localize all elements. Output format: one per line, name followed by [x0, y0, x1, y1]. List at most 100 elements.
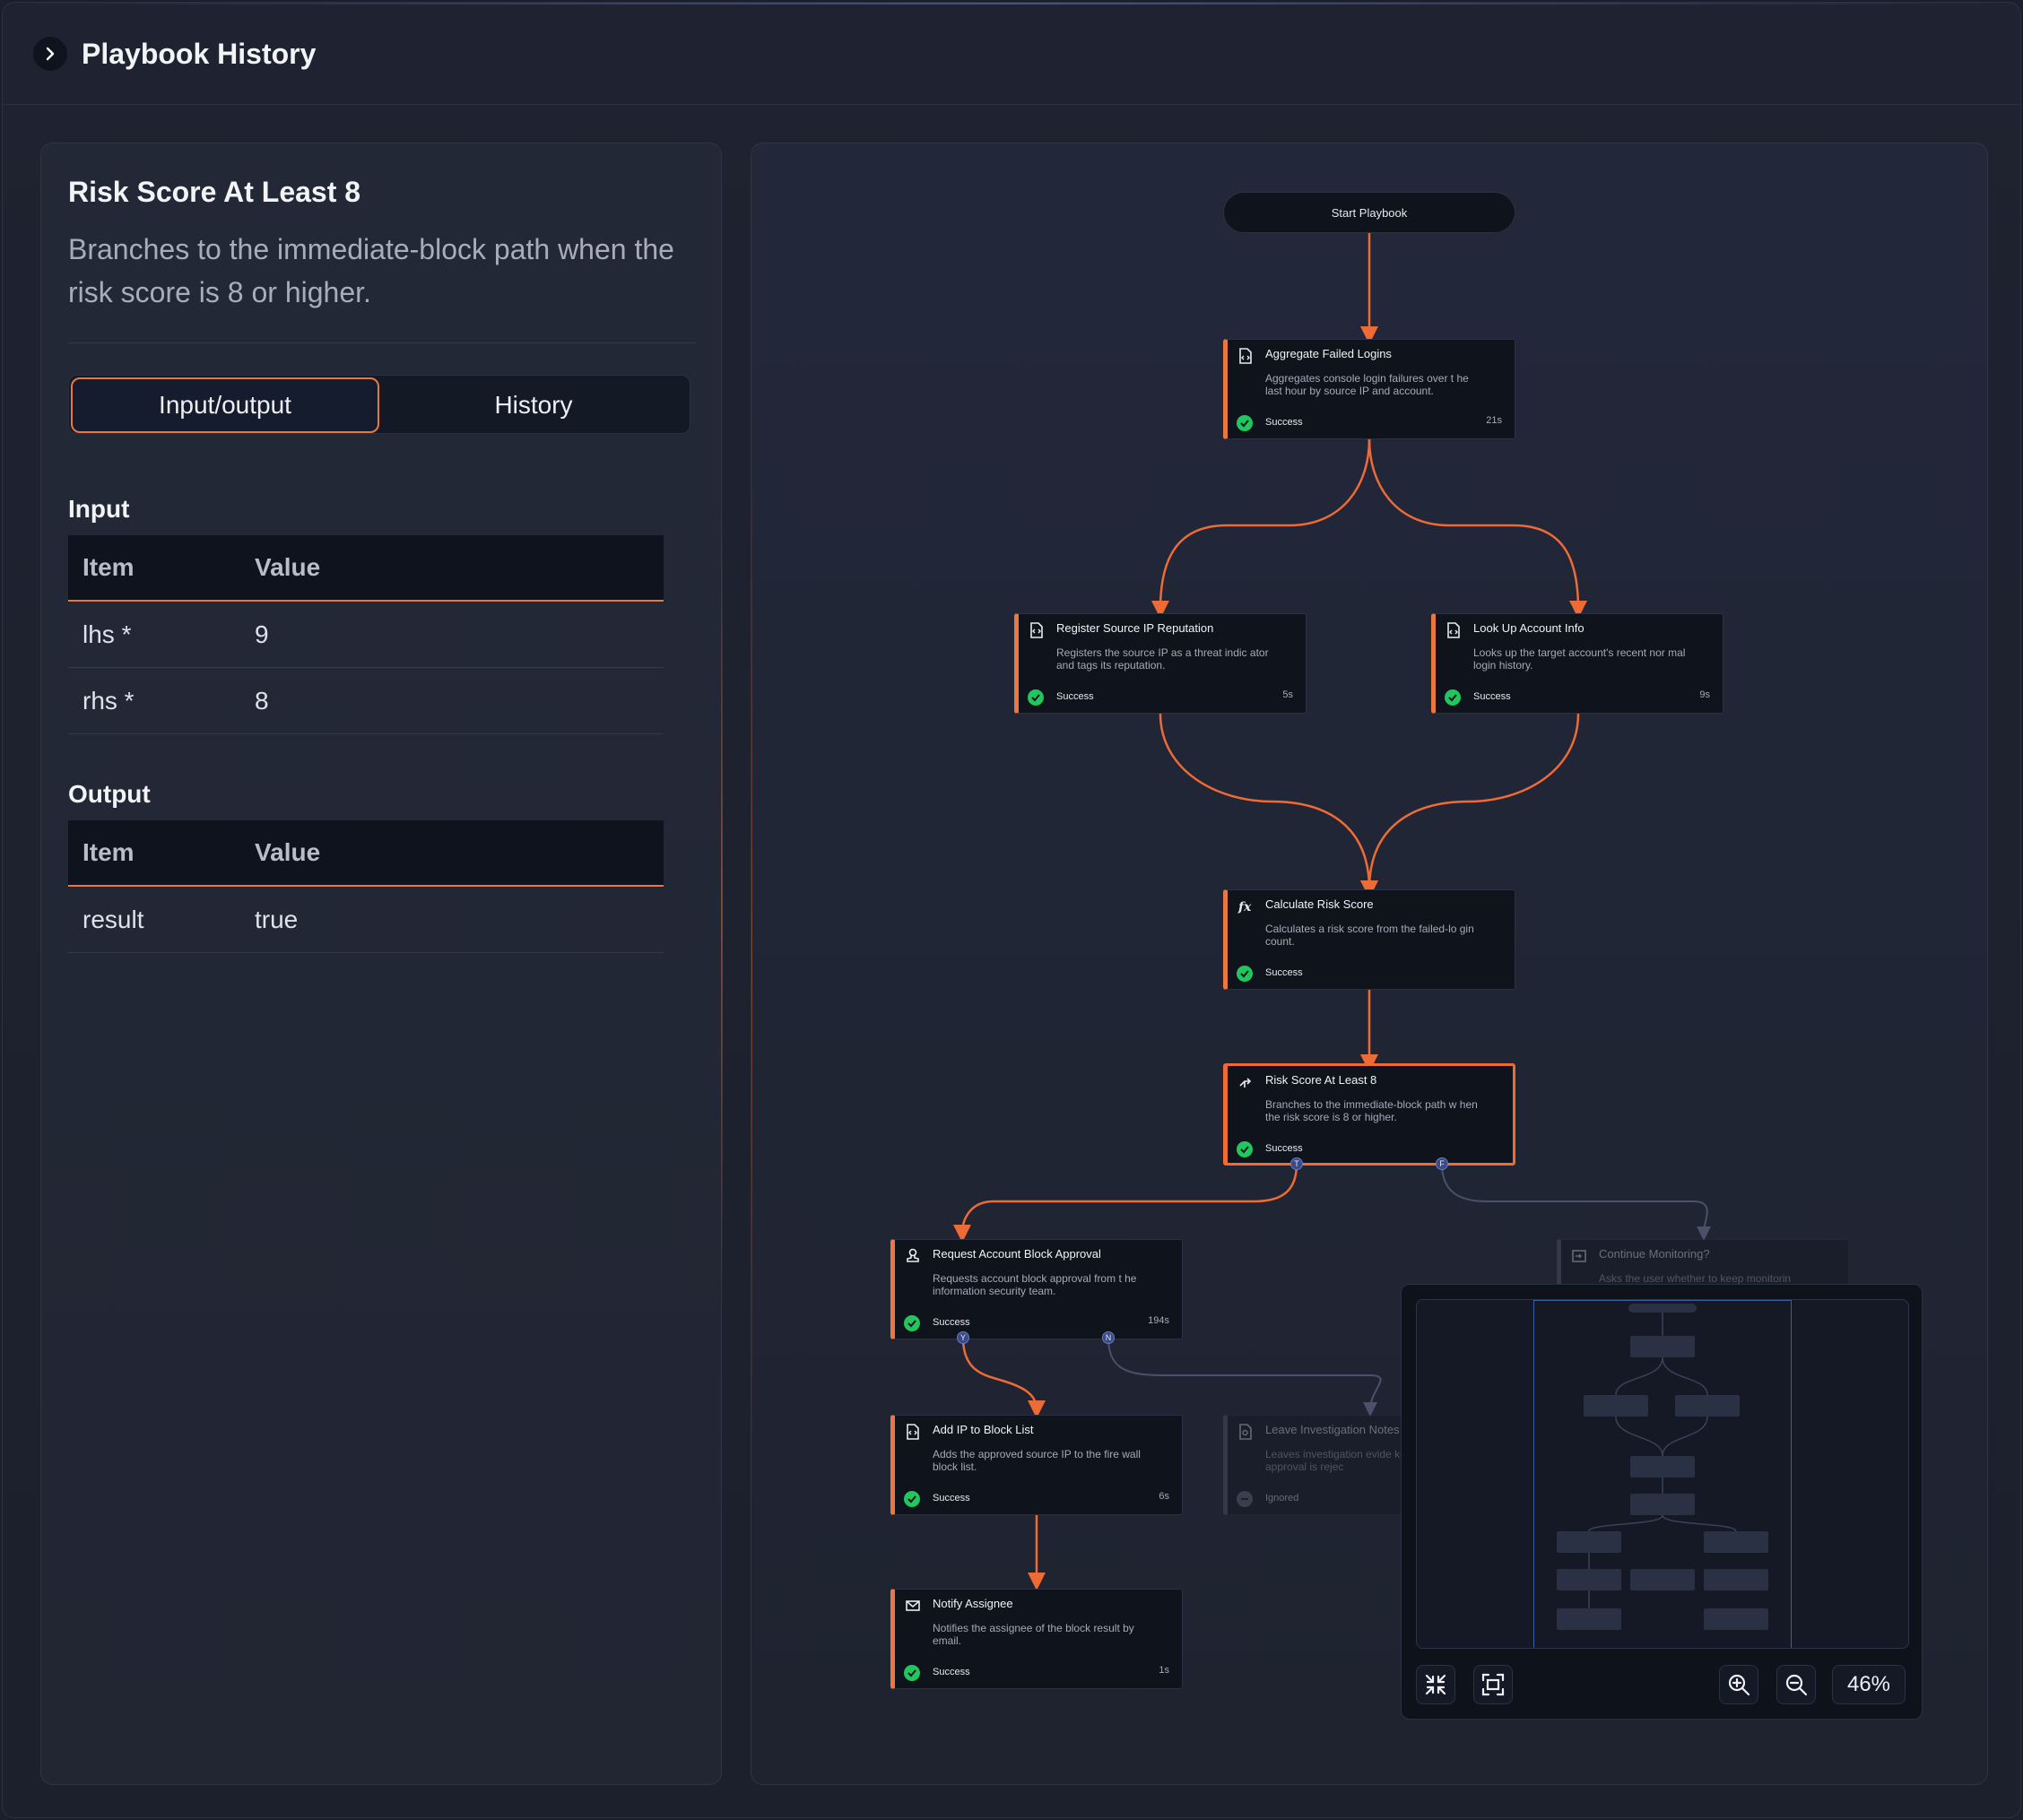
document-code-icon: [1447, 622, 1460, 638]
flow-node-notify-assignee[interactable]: Notify Assignee Notifies the assignee of…: [890, 1589, 1183, 1689]
column-header-item: Item: [82, 838, 135, 866]
node-status: Success: [1265, 417, 1303, 428]
flow-node-add-ip-to-block-list[interactable]: Add IP to Block List Adds the approved s…: [890, 1415, 1183, 1515]
node-title: Register Source IP Reputation: [1056, 621, 1214, 635]
success-check-icon: [1445, 689, 1461, 706]
flow-node-calculate-risk-score[interactable]: fx Calculate Risk Score Calculates a ris…: [1223, 889, 1515, 990]
node-title: Add IP to Block List: [933, 1423, 1034, 1436]
table-row: result true: [68, 887, 664, 953]
node-detail-description: Branches to the immediate-block path whe…: [68, 233, 674, 308]
success-check-icon: [904, 1315, 920, 1331]
node-description: Calculates a risk score from the failed-…: [1265, 923, 1474, 948]
collapse-view-button[interactable]: [1416, 1665, 1455, 1704]
edge: [1360, 713, 1580, 898]
node-status: Success: [933, 1317, 970, 1328]
node-title: Request Account Block Approval: [933, 1247, 1101, 1261]
app-window: Playbook History Risk Score At Least 8 B…: [2, 2, 2021, 1818]
yes-port[interactable]: Y: [957, 1331, 969, 1344]
page-title: Playbook History: [82, 38, 317, 70]
table-header: Item Value: [68, 535, 664, 602]
node-duration: 9s: [1699, 689, 1710, 700]
success-check-icon: [1237, 1141, 1253, 1157]
code-file-icon: [907, 1424, 919, 1440]
node-description: Aggregates console login failures over t…: [1265, 372, 1469, 397]
table-row: rhs * 8: [68, 668, 664, 734]
minimap[interactable]: [1416, 1299, 1909, 1649]
row-value: true: [255, 905, 299, 933]
document-code-icon: [1239, 348, 1252, 364]
output-table: Item Value result true: [68, 820, 664, 953]
node-detail-panel: Risk Score At Least 8 Branches to the im…: [40, 143, 723, 1785]
output-section-title: Output: [68, 780, 151, 808]
approval-stamp-icon: [907, 1248, 919, 1262]
node-duration: 1s: [1159, 1665, 1169, 1676]
row-value: 8: [255, 686, 269, 715]
zoom-out-button[interactable]: [1776, 1665, 1816, 1704]
ignored-icon: [1237, 1491, 1253, 1507]
flow-node-register-source-ip[interactable]: Register Source IP Reputation Registers …: [1014, 613, 1307, 714]
flow-node-request-account-block-approval[interactable]: Request Account Block Approval Requests …: [890, 1239, 1183, 1339]
flow-node-look-up-account-info[interactable]: Look Up Account Info Looks up the target…: [1431, 613, 1723, 714]
node-description: Notifies the assignee of the block resul…: [933, 1622, 1134, 1647]
collapse-button[interactable]: [33, 37, 67, 71]
row-item: rhs *: [82, 686, 135, 715]
playbook-canvas[interactable]: Start Playbook Aggregate Failed Logins A…: [751, 143, 1988, 1785]
zoom-in-button[interactable]: [1719, 1665, 1758, 1704]
zoom-in-icon: [1728, 1674, 1750, 1696]
flow-node-aggregate-failed-logins[interactable]: Aggregate Failed Logins Aggregates conso…: [1223, 339, 1515, 439]
branch-icon: [1239, 1078, 1252, 1088]
mail-icon: [906, 1600, 920, 1611]
zoom-out-icon: [1785, 1674, 1808, 1696]
start-playbook-node[interactable]: Start Playbook: [1223, 192, 1515, 233]
table-row: lhs * 9: [68, 602, 664, 668]
flow-node-risk-score-at-least-8[interactable]: Risk Score At Least 8 Branches to the im…: [1223, 1063, 1515, 1166]
node-title: Notify Assignee: [933, 1597, 1013, 1610]
edge-inactive: [1441, 1163, 1712, 1241]
true-port[interactable]: T: [1290, 1157, 1303, 1170]
node-title: Calculate Risk Score: [1265, 897, 1374, 911]
input-section-title: Input: [68, 495, 130, 523]
table-header: Item Value: [68, 820, 664, 887]
column-header-value: Value: [255, 553, 321, 581]
edge: [961, 1337, 1046, 1418]
edge: [1151, 438, 1371, 619]
minimap-viewport[interactable]: [1533, 1300, 1792, 1648]
node-status: Success: [1265, 967, 1303, 978]
edge: [953, 1163, 1298, 1243]
edge: [1367, 438, 1587, 619]
row-value: 9: [255, 620, 269, 648]
row-item: result: [82, 905, 144, 933]
node-description: Branches to the immediate-block path w h…: [1265, 1098, 1478, 1123]
success-check-icon: [1237, 966, 1253, 982]
node-status: Success: [1056, 691, 1094, 702]
header: Playbook History: [3, 3, 2020, 105]
svg-text:fx: fx: [1237, 900, 1252, 914]
code-file-icon: [1030, 622, 1043, 638]
tab-input-output[interactable]: Input/output: [71, 377, 379, 433]
node-title: Risk Score At Least 8: [1265, 1073, 1377, 1087]
node-title: Leave Investigation Notes: [1265, 1423, 1400, 1436]
fit-view-button[interactable]: [1473, 1665, 1513, 1704]
chevron-right-icon: [46, 47, 55, 61]
success-check-icon: [904, 1491, 920, 1507]
node-duration: 194s: [1148, 1315, 1169, 1326]
node-duration: 5s: [1282, 689, 1293, 700]
edge-inactive: [1107, 1337, 1382, 1417]
node-description: Requests account block approval from t h…: [933, 1272, 1137, 1297]
divider: [68, 342, 696, 343]
false-port[interactable]: F: [1436, 1157, 1448, 1170]
success-check-icon: [904, 1665, 920, 1681]
fit-view-icon: [1481, 1673, 1505, 1696]
tab-history[interactable]: History: [379, 377, 688, 433]
success-check-icon: [1028, 689, 1044, 706]
column-header-value: Value: [255, 838, 321, 866]
input-table: Item Value lhs * 9 rhs * 8: [68, 535, 664, 734]
input-icon: [1572, 1250, 1586, 1262]
node-status: Success: [933, 1667, 970, 1677]
node-title: Look Up Account Info: [1473, 621, 1585, 635]
node-status: Success: [933, 1493, 970, 1504]
row-item: lhs *: [82, 620, 132, 648]
node-description: Registers the source IP as a threat indi…: [1056, 646, 1269, 672]
no-port[interactable]: N: [1102, 1331, 1115, 1344]
node-title: Continue Monitoring?: [1599, 1247, 1710, 1261]
